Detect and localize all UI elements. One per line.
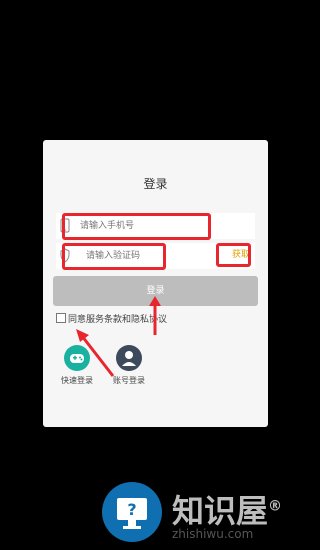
- agreement-row[interactable]: 同意服务条款和隐私协议: [56, 312, 167, 325]
- quick-login-option[interactable]: 快速登录: [57, 345, 97, 386]
- watermark-brand: 知识屋®: [172, 492, 283, 530]
- agreement-text: 同意服务条款和隐私协议: [68, 315, 168, 325]
- phone-highlight-box: [62, 213, 211, 240]
- watermark-url: zhishiwu.com: [172, 527, 254, 541]
- gamepad-icon[interactable]: [64, 345, 90, 371]
- account-login-option[interactable]: 账号登录: [109, 345, 149, 386]
- agreement-checkbox[interactable]: [56, 313, 66, 323]
- quick-login-label: 快速登录: [61, 376, 93, 385]
- login-dialog: 登录 请输入手机号 请输入验证码 获取 登录 同意服务条款和隐私协议 快速登录: [43, 140, 268, 427]
- code-highlight-box: [62, 243, 166, 270]
- dialog-title: 登录: [143, 177, 168, 191]
- account-login-label: 账号登录: [113, 376, 145, 385]
- person-icon[interactable]: [116, 345, 142, 371]
- get-code-highlight-box: [216, 243, 251, 267]
- question-monitor-icon: ?: [102, 482, 162, 542]
- login-button[interactable]: 登录: [53, 276, 258, 306]
- svg-text:?: ?: [127, 500, 136, 519]
- watermark: ? 知识屋® zhishiwu.com: [102, 482, 302, 547]
